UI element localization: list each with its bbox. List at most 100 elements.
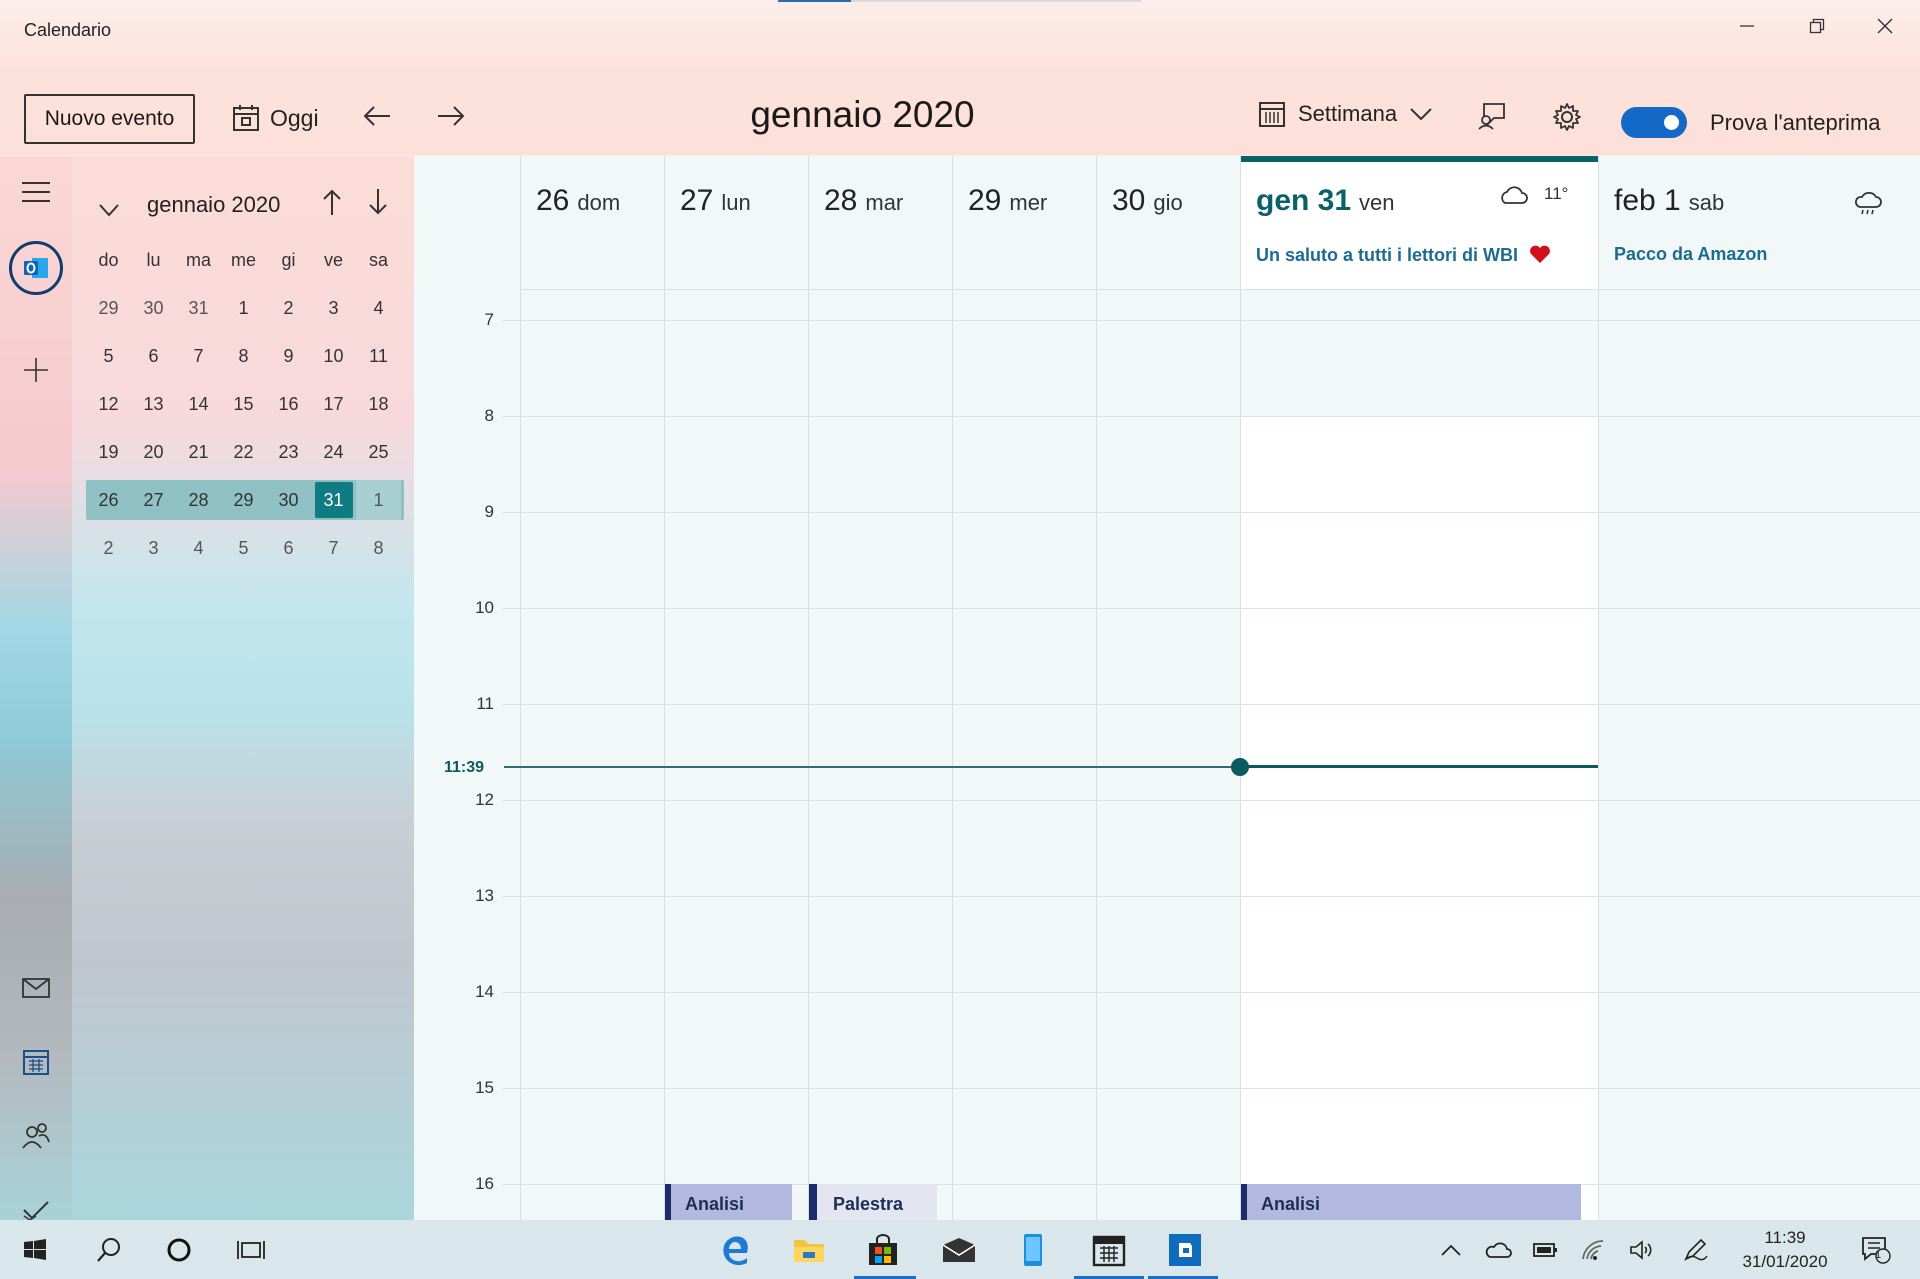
mini-day[interactable]: 5 xyxy=(86,346,131,367)
mini-day[interactable]: 2 xyxy=(86,538,131,559)
start-button[interactable] xyxy=(10,1220,60,1279)
mail-app-button[interactable] xyxy=(934,1220,984,1279)
mini-day[interactable]: 13 xyxy=(131,394,176,415)
edge-button[interactable] xyxy=(710,1220,760,1279)
day-header[interactable]: 26 dom xyxy=(520,156,664,290)
mini-day[interactable]: 11 xyxy=(356,346,401,367)
mini-day[interactable]: 17 xyxy=(311,394,356,415)
pen-workspace-button[interactable] xyxy=(1680,1220,1712,1279)
mini-day[interactable]: 25 xyxy=(356,442,401,463)
outlook-account-button[interactable] xyxy=(9,241,63,295)
mini-day[interactable]: 4 xyxy=(176,538,221,559)
battery-button[interactable] xyxy=(1530,1220,1562,1279)
whiteboard-app-button[interactable] xyxy=(1160,1220,1210,1279)
collapse-mini-calendar-button[interactable] xyxy=(98,196,120,224)
preview-toggle[interactable] xyxy=(1621,107,1687,138)
mini-previous-month-button[interactable] xyxy=(322,188,342,223)
menu-button[interactable] xyxy=(0,162,72,222)
mini-day[interactable]: 29 xyxy=(221,490,266,511)
network-button[interactable] xyxy=(1578,1220,1610,1279)
close-icon xyxy=(1877,18,1893,34)
mini-day[interactable]: 7 xyxy=(311,538,356,559)
mini-day[interactable]: 7 xyxy=(176,346,221,367)
mini-next-month-button[interactable] xyxy=(368,188,388,223)
day-header[interactable]: 27 lun xyxy=(664,156,808,290)
feedback-button[interactable] xyxy=(1478,102,1506,130)
event-palestra-tue[interactable]: Palestra xyxy=(809,1184,937,1220)
mini-day[interactable]: 2 xyxy=(266,298,311,319)
day-header[interactable]: 30 gio xyxy=(1096,156,1240,290)
mini-day[interactable]: 23 xyxy=(266,442,311,463)
mini-day[interactable]: 9 xyxy=(266,346,311,367)
mini-day[interactable]: 5 xyxy=(221,538,266,559)
view-selector[interactable]: Settimana xyxy=(1258,100,1433,128)
mini-day[interactable]: 24 xyxy=(311,442,356,463)
mini-day[interactable]: 1 xyxy=(221,298,266,319)
hour-label: 10 xyxy=(475,598,494,617)
day-header[interactable]: 28 mar xyxy=(808,156,952,290)
event-analisi-mon[interactable]: Analisi xyxy=(665,1184,792,1220)
toggle-knob xyxy=(1664,115,1679,130)
mini-day[interactable]: 26 xyxy=(86,490,131,511)
cortana-button[interactable] xyxy=(154,1220,204,1279)
mini-day[interactable]: 6 xyxy=(131,346,176,367)
volume-button[interactable] xyxy=(1626,1220,1658,1279)
people-button[interactable] xyxy=(0,1106,72,1166)
mini-day[interactable]: 19 xyxy=(86,442,131,463)
new-event-button[interactable]: Nuovo evento xyxy=(24,94,195,144)
file-explorer-button[interactable] xyxy=(784,1220,834,1279)
mini-day[interactable]: 3 xyxy=(311,298,356,319)
mini-day[interactable]: 1 xyxy=(356,480,401,520)
mini-day[interactable]: 28 xyxy=(176,490,221,511)
mini-day[interactable]: 15 xyxy=(221,394,266,415)
mini-day[interactable]: 16 xyxy=(266,394,311,415)
today-button[interactable]: Oggi xyxy=(232,104,319,132)
mini-day-today[interactable]: 31 xyxy=(314,482,353,518)
restore-button[interactable] xyxy=(1782,6,1852,46)
mini-day[interactable]: 27 xyxy=(131,490,176,511)
day-header[interactable]: 29 mer xyxy=(952,156,1096,290)
mini-day[interactable]: 12 xyxy=(86,394,131,415)
search-button[interactable] xyxy=(84,1220,134,1279)
minimize-button[interactable] xyxy=(1712,6,1782,46)
close-button[interactable] xyxy=(1850,6,1920,46)
mini-day[interactable]: 29 xyxy=(86,298,131,319)
today-label: Oggi xyxy=(270,104,319,131)
store-button[interactable] xyxy=(858,1220,908,1279)
action-center-button[interactable]: 1 xyxy=(1856,1220,1896,1279)
calendar-nav-button[interactable] xyxy=(0,1032,72,1092)
phone-app-button[interactable] xyxy=(1008,1220,1058,1279)
mini-day[interactable]: 4 xyxy=(356,298,401,319)
mini-day[interactable]: 3 xyxy=(131,538,176,559)
calendar-app-button[interactable] xyxy=(1084,1220,1134,1279)
day-header-today[interactable]: gen 31 ven 11° Un saluto a tutti i lettor… xyxy=(1240,156,1598,290)
mini-day[interactable]: 30 xyxy=(266,490,311,511)
allday-event[interactable]: Pacco da Amazon xyxy=(1614,244,1767,265)
show-hidden-icons-button[interactable] xyxy=(1436,1220,1466,1279)
todo-check-icon xyxy=(23,1201,49,1221)
system-clock[interactable]: 11:39 31/01/2020 xyxy=(1730,1226,1840,1274)
allday-event-title: Un saluto a tutti i lettori di WBI xyxy=(1256,245,1518,265)
settings-button[interactable] xyxy=(1552,102,1582,132)
mini-day[interactable]: 20 xyxy=(131,442,176,463)
mail-button[interactable] xyxy=(0,958,72,1018)
mini-day[interactable]: 8 xyxy=(221,346,266,367)
mini-day[interactable]: 21 xyxy=(176,442,221,463)
next-week-button[interactable] xyxy=(436,104,466,128)
cortana-circle-icon xyxy=(167,1238,191,1261)
mini-day[interactable]: 10 xyxy=(311,346,356,367)
previous-week-button[interactable] xyxy=(362,104,392,128)
mini-day[interactable]: 8 xyxy=(356,538,401,559)
mini-day[interactable]: 30 xyxy=(131,298,176,319)
task-view-button[interactable] xyxy=(226,1220,276,1279)
add-account-button[interactable] xyxy=(0,340,72,400)
event-analisi-fri[interactable]: Analisi xyxy=(1241,1184,1581,1220)
mini-day[interactable]: 22 xyxy=(221,442,266,463)
mini-day[interactable]: 31 xyxy=(176,298,221,319)
onedrive-button[interactable] xyxy=(1482,1220,1514,1279)
mini-day[interactable]: 6 xyxy=(266,538,311,559)
day-header[interactable]: feb 1 sab Pacco da Amazon xyxy=(1598,156,1920,290)
allday-event[interactable]: Un saluto a tutti i lettori di WBI xyxy=(1256,244,1551,266)
mini-day[interactable]: 14 xyxy=(176,394,221,415)
mini-day[interactable]: 18 xyxy=(356,394,401,415)
